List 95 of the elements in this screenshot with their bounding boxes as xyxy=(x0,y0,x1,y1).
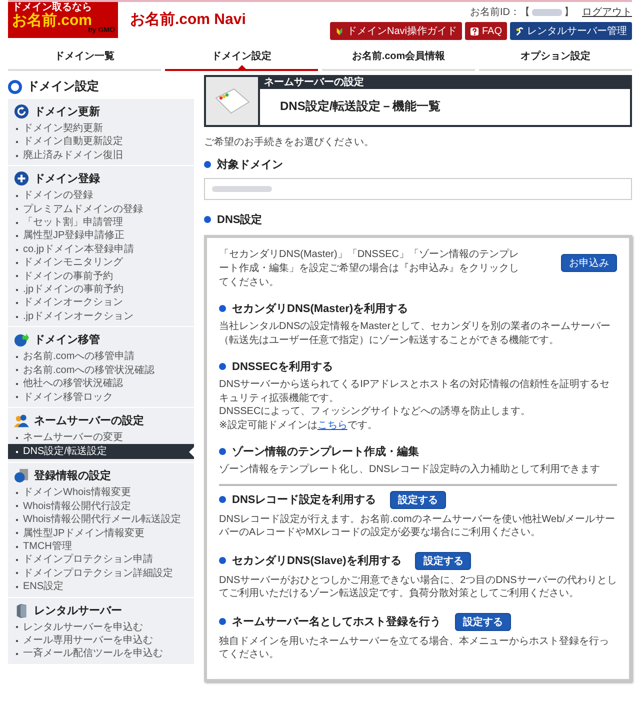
bullet-icon xyxy=(204,161,211,168)
sidebar-item[interactable]: お名前.comへの移管状況確認 xyxy=(8,364,194,378)
sidebar-item[interactable]: ドメインモニタリング xyxy=(8,256,194,270)
sidebar-item[interactable]: 「セット割」申請管理 xyxy=(8,216,194,230)
sidebar-group-title: ネームサーバーの設定 xyxy=(34,414,144,428)
redacted-text xyxy=(212,186,272,192)
notice-text: 「セカンダリDNS(Master)」「DNSSEC」「ゾーン情報のテンプレート作成・編集」を設定ご希望の場合は『お申込み』をクリックしてください。 xyxy=(219,248,519,290)
sidebar-item[interactable]: ドメイン自動更新設定 xyxy=(8,135,194,149)
option-heading: ネームサーバー名としてホスト登録を行う xyxy=(232,614,441,629)
settings-button[interactable]: 設定する xyxy=(455,612,511,630)
logo-tagline: ドメイン取るなら xyxy=(12,3,93,13)
sidebar-item[interactable]: レンタルサーバーを申込む xyxy=(8,620,194,634)
sidebar-item[interactable]: プレミアムドメインの登録 xyxy=(8,202,194,216)
sidebar-item[interactable]: ドメインWhois情報変更 xyxy=(8,486,194,500)
sidebar-item[interactable]: ドメインの事前予約 xyxy=(8,270,194,284)
ring-icon xyxy=(8,80,22,94)
sidebar-group-title: レンタルサーバー xyxy=(34,604,122,618)
sidebar-group-title: ドメイン更新 xyxy=(34,104,100,119)
sidebar-item[interactable]: ドメイン契約更新 xyxy=(8,122,194,136)
option-description: 独自ドメインを用いたネームサーバーを立てる場合、本メニューからホスト登録を行ってください。 xyxy=(219,634,610,662)
option-description: DNSSECによって、フィッシングサイトなどへの誘導を防止します。 xyxy=(219,405,532,418)
page-heading: ドメイン設定 xyxy=(27,78,99,95)
sidebar-item[interactable]: ドメインオークション xyxy=(8,296,194,310)
bullet-icon xyxy=(219,618,226,625)
app-title: お名前.com Navi xyxy=(130,10,247,29)
wrench-icon xyxy=(515,26,524,36)
sidebar-item[interactable]: Whois情報公開代行メール転送設定 xyxy=(8,513,194,527)
sidebar-item[interactable]: お名前.comへの移管申請 xyxy=(8,350,194,364)
option-heading: DNSレコード設定を利用する xyxy=(232,492,376,507)
sidebar-item[interactable]: 属性型JPドメイン情報変更 xyxy=(8,526,194,540)
leaf-icon xyxy=(334,26,344,36)
sidebar-item[interactable]: メール専用サーバーを申込む xyxy=(8,634,194,648)
option-description: ※設定可能ドメインはこちらです。 xyxy=(219,418,378,432)
nav-tab[interactable]: ドメイン一覧 xyxy=(8,44,161,71)
server-icon xyxy=(14,602,29,618)
question-icon xyxy=(470,26,479,36)
sidebar-item[interactable]: 一斉メール配信ツールを申込む xyxy=(8,647,194,661)
option-description: DNSサーバーから送られてくるIPアドレスとホスト名の対応情報の信頼性を証明するセキュリティ拡張機能です。 xyxy=(219,378,611,405)
header-button[interactable]: ドメインNavi操作ガイド xyxy=(330,22,462,40)
section-heading: 対象ドメイン xyxy=(217,158,283,172)
header-button[interactable]: レンタルサーバー管理 xyxy=(510,22,632,40)
sidebar-item[interactable]: 他社への移管状況確認 xyxy=(8,377,194,390)
user-id-label: お名前ID：【 xyxy=(470,6,530,19)
option-heading: セカンダリDNS(Master)を利用する xyxy=(232,302,408,316)
nav-tab[interactable]: ドメイン設定 xyxy=(165,44,318,71)
logout-link[interactable]: ログアウト xyxy=(582,5,632,19)
nav-tab[interactable]: お名前.com会員情報 xyxy=(322,44,475,71)
option-description: 当社レンタルDNSの設定情報をMasterとして、セカンダリを別の業者のネームサーバー（転送先はユーザー任意で指定）にゾーン転送することができる機能です。 xyxy=(219,320,612,347)
sidebar-item[interactable]: 属性型JP登録申請修正 xyxy=(8,229,194,243)
settings-button[interactable]: 設定する xyxy=(415,552,472,570)
sidebar-item[interactable]: DNS設定/転送設定 xyxy=(8,444,194,460)
bullet-icon xyxy=(219,363,226,370)
apply-button[interactable]: お申込み xyxy=(561,254,617,272)
sidebar-item[interactable]: .jpドメインオークション xyxy=(8,310,194,324)
sidebar-item[interactable]: ドメインプロテクション詳細設定 xyxy=(8,566,194,580)
settings-button[interactable]: 設定する xyxy=(390,490,446,508)
option-description: DNSサーバーがおひとつしかご用意できない場合に、2つ目のDNSサーバーの代わりとしてご利用いただけるゾーン転送設定です。負荷分散対策としてご利用ください。 xyxy=(219,574,617,600)
bullet-icon xyxy=(219,448,226,455)
plus-icon xyxy=(14,171,29,186)
sidebar-group-title: 登録情報の設定 xyxy=(34,468,111,484)
domain-field[interactable] xyxy=(204,178,632,200)
bullet-icon xyxy=(219,557,226,564)
option-description: ゾーン情報をテンプレート化し、DNSレコード設定時の入力補助として利用できます xyxy=(219,463,602,476)
sidebar-item[interactable]: 廃止済みドメイン復旧 xyxy=(8,148,194,162)
sidebar-item[interactable]: TMCH管理 xyxy=(8,540,194,554)
intro-text: ご希望のお手続きをお選びください。 xyxy=(204,136,375,149)
banner-title: DNS設定/転送設定－機能一覧 xyxy=(279,98,442,115)
nav-tab[interactable]: オプション設定 xyxy=(479,44,632,71)
bullet-icon xyxy=(204,216,211,223)
logo-name: お名前.com xyxy=(12,13,92,28)
sidebar-item[interactable]: ドメイン移管ロック xyxy=(8,390,194,404)
sidebar-item[interactable]: co.jpドメイン本登録申請 xyxy=(8,242,194,256)
header-button[interactable]: FAQ xyxy=(464,22,507,40)
option-heading: DNSSECを利用する xyxy=(232,360,333,374)
sidebar-item[interactable]: ドメインの登録 xyxy=(8,189,194,203)
banner-category: ネームサーバーの設定 xyxy=(260,77,630,89)
people-icon xyxy=(14,412,29,428)
section-heading: DNS設定 xyxy=(217,212,262,227)
bullet-icon xyxy=(219,496,226,503)
sidebar-item[interactable]: ENS設定 xyxy=(8,580,194,594)
user-id-bracket: 】 xyxy=(564,6,574,19)
option-description: DNSレコード設定が行えます。お名前.comのネームサーバーを使い他社Web/メールサーバーのAレコードやMXレコードの設定が必要な場合にご利用ください。 xyxy=(219,512,616,540)
sidebar-group-title: ドメイン移管 xyxy=(34,332,100,348)
refresh-icon xyxy=(14,104,29,119)
sphere-document-icon xyxy=(14,468,29,484)
bullet-icon xyxy=(219,305,226,312)
sidebar-item[interactable]: .jpドメインの事前予約 xyxy=(8,283,194,296)
here-link[interactable]: こちら xyxy=(317,420,348,430)
sidebar-item[interactable]: ネームサーバーの変更 xyxy=(8,430,194,444)
option-heading: ゾーン情報のテンプレート作成・編集 xyxy=(232,444,419,459)
redacted-mark xyxy=(532,8,562,16)
sidebar-item[interactable]: Whois情報公開代行設定 xyxy=(8,500,194,514)
option-heading: セカンダリDNS(Slave)を利用する xyxy=(232,554,402,568)
sidebar-group-title: ドメイン登録 xyxy=(34,172,100,186)
sidebar-item[interactable]: ドメインプロテクション申請 xyxy=(8,553,194,567)
